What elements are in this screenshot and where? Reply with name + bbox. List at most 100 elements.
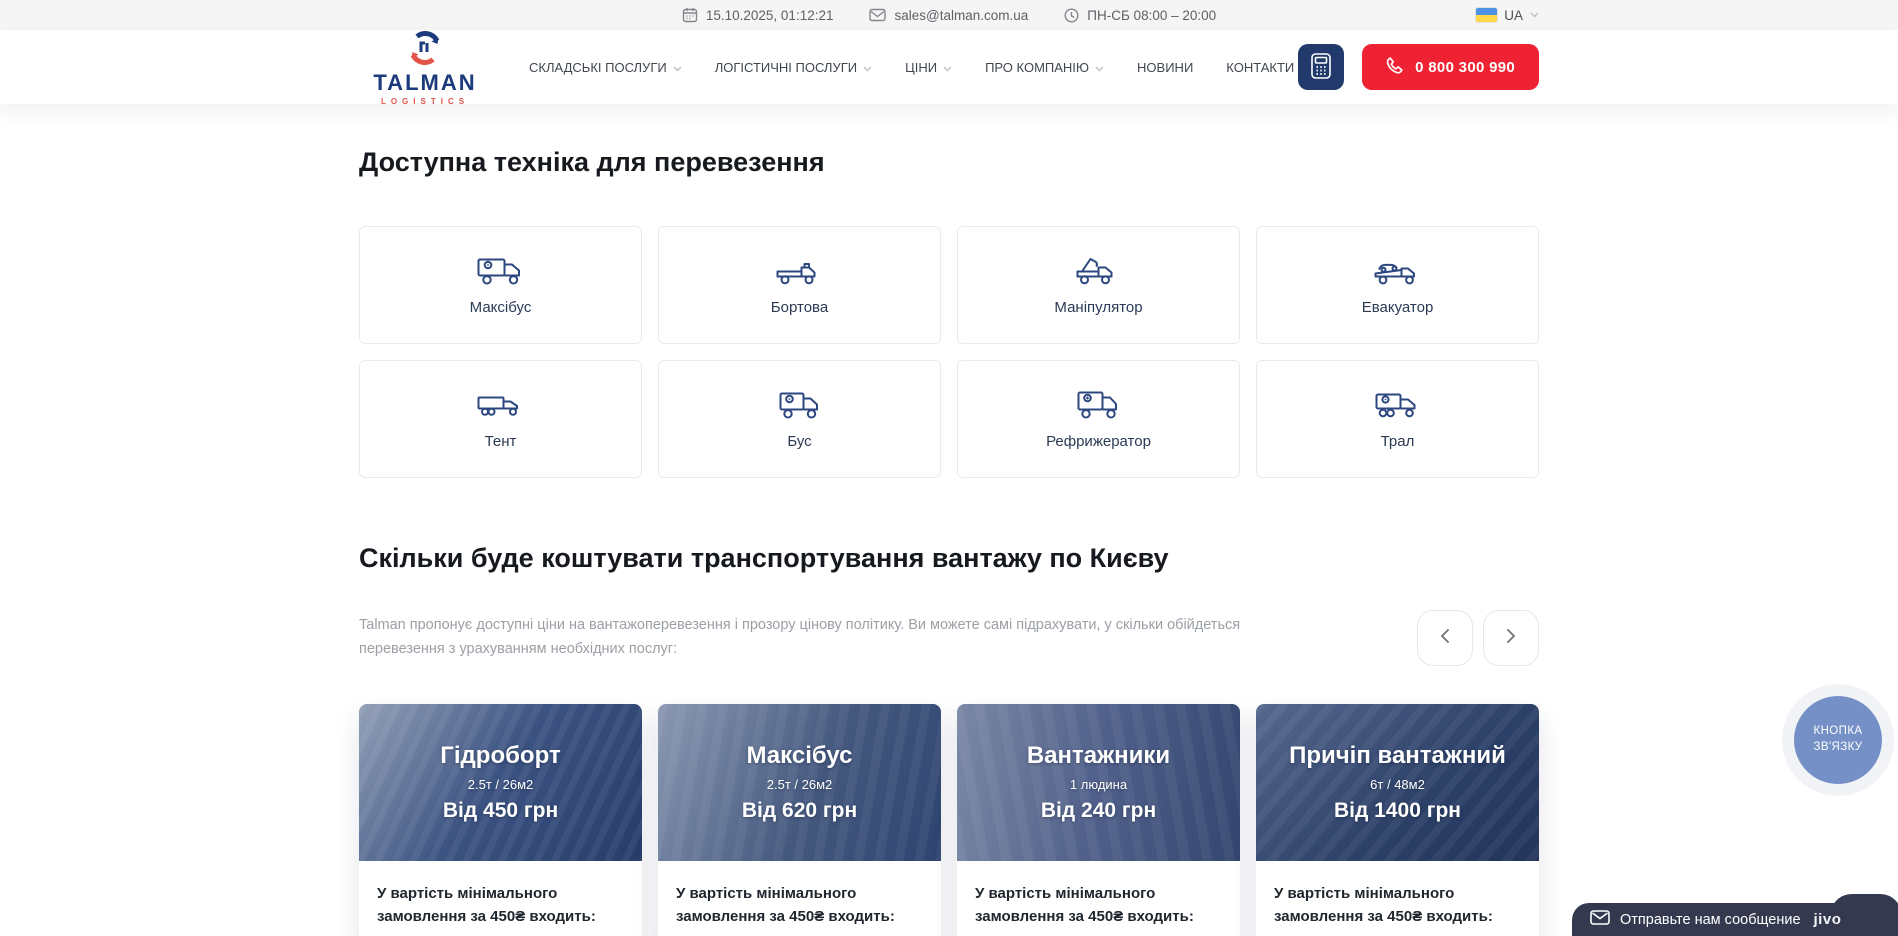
box-truck-icon	[472, 254, 530, 288]
price-card-carousel: Гідроборт 2.5т / 26м2 Від 450 грн У варт…	[359, 704, 1539, 936]
vehicle-label: Трал	[1381, 433, 1415, 450]
vehicle-label: Маніпулятор	[1054, 299, 1142, 316]
vehicle-label: Тент	[485, 433, 517, 450]
tow-truck-icon	[1369, 254, 1427, 288]
price-card-maxibus[interactable]: Максібус 2.5т / 26м2 Від 620 грн У варті…	[658, 704, 941, 936]
carousel-next-button[interactable]	[1483, 610, 1539, 666]
jivo-brand-logo: jivo	[1814, 911, 1842, 928]
reefer-truck-icon	[1070, 388, 1128, 422]
price-card-name: Причіп вантажний	[1289, 742, 1506, 770]
vehicle-card-lowboy[interactable]: Трал	[1256, 360, 1539, 478]
phone-icon	[1386, 56, 1404, 78]
calculator-button[interactable]	[1298, 44, 1344, 90]
price-card-name: Гідроборт	[440, 742, 560, 770]
calculator-icon	[1311, 53, 1331, 82]
vehicle-label: Евакуатор	[1362, 299, 1434, 316]
chevron-down-icon	[673, 60, 682, 75]
nav-item-logistics-services[interactable]: ЛОГІСТИЧНІ ПОСЛУГИ	[715, 60, 872, 75]
price-card-note: У вартість мінімального замовлення за 45…	[957, 861, 1240, 936]
clock-icon	[1064, 8, 1079, 23]
nav-item-news[interactable]: НОВИНИ	[1137, 60, 1193, 75]
nav-label: СКЛАДСЬКІ ПОСЛУГИ	[529, 60, 667, 75]
price-card-loaders[interactable]: Вантажники 1 людина Від 240 грн У вартіс…	[957, 704, 1240, 936]
price-card-name: Вантажники	[1027, 742, 1170, 770]
callback-button[interactable]: КНОПКА ЗВ'ЯЗКУ	[1794, 696, 1882, 784]
vehicle-label: Бус	[787, 433, 811, 450]
site-header: TALMAN LOGISTICS СКЛАДСЬКІ ПОСЛУГИ ЛОГІС…	[0, 30, 1898, 104]
chevron-down-icon	[1530, 12, 1539, 18]
phone-button[interactable]: 0 800 300 990	[1362, 44, 1539, 90]
price-card-spec: 2.5т / 26м2	[767, 777, 833, 792]
language-code: UA	[1504, 8, 1523, 23]
main-nav: СКЛАДСЬКІ ПОСЛУГИ ЛОГІСТИЧНІ ПОСЛУГИ ЦІН…	[529, 60, 1298, 75]
calendar-icon	[682, 7, 698, 23]
talman-logo[interactable]: TALMAN LOGISTICS	[359, 28, 491, 106]
price-card-cargo-trailer[interactable]: Причіп вантажний 6т / 48м2 Від 1400 грн …	[1256, 704, 1539, 936]
language-selector[interactable]: UA	[1476, 0, 1539, 30]
logo-title: TALMAN	[373, 70, 476, 96]
phone-number: 0 800 300 990	[1415, 59, 1515, 76]
ukraine-flag-icon	[1476, 8, 1497, 22]
crane-truck-icon	[1070, 254, 1128, 288]
price-card-hero-image: Гідроборт 2.5т / 26м2 Від 450 грн	[359, 704, 642, 861]
price-card-spec: 1 людина	[1070, 777, 1127, 792]
nav-item-about-company[interactable]: ПРО КОМПАНІЮ	[985, 60, 1104, 75]
topbar-email[interactable]: sales@talman.com.ua	[869, 8, 1028, 23]
pricing-description: Talman пропонує доступні ціни на вантажо…	[359, 614, 1279, 662]
price-card-note: У вартість мінімального замовлення за 45…	[1256, 861, 1539, 936]
vehicles-section-title: Доступна техніка для перевезення	[359, 104, 1539, 180]
price-card-hydroboard[interactable]: Гідроборт 2.5т / 26м2 Від 450 грн У варт…	[359, 704, 642, 936]
nav-label: ПРО КОМПАНІЮ	[985, 60, 1089, 75]
price-card-hero-image: Вантажники 1 людина Від 240 грн	[957, 704, 1240, 861]
vehicle-label: Максібус	[470, 299, 532, 316]
nav-label: КОНТАКТИ	[1226, 60, 1294, 75]
vehicle-grid: Максібус Бортова	[359, 226, 1539, 478]
nav-item-prices[interactable]: ЦІНИ	[905, 60, 952, 75]
price-card-price: Від 450 грн	[443, 799, 558, 823]
logo-tagline: LOGISTICS	[381, 97, 469, 106]
logo-arrows-icon	[404, 28, 446, 73]
flatbed-truck-icon	[771, 254, 829, 288]
nav-label: ЦІНИ	[905, 60, 937, 75]
topbar-datetime: 15.10.2025, 01:12:21	[682, 7, 834, 23]
vehicle-card-flatbed[interactable]: Бортова	[658, 226, 941, 344]
chevron-down-icon	[1095, 60, 1104, 75]
callback-label-line2: ЗВ'ЯЗКУ	[1814, 740, 1863, 756]
price-card-price: Від 240 грн	[1041, 799, 1156, 823]
jivo-chat-bar[interactable]: Отправьте нам сообщение jivo	[1572, 903, 1898, 936]
topbar-hours-text: ПН-СБ 08:00 – 20:00	[1087, 8, 1216, 23]
vehicle-card-reefer[interactable]: Рефрижератор	[957, 360, 1240, 478]
carousel-prev-button[interactable]	[1417, 610, 1473, 666]
chat-envelope-icon	[1590, 910, 1610, 930]
nav-item-contacts[interactable]: КОНТАКТИ	[1226, 60, 1294, 75]
topbar-email-text[interactable]: sales@talman.com.ua	[894, 8, 1028, 23]
price-card-hero-image: Максібус 2.5т / 26м2 Від 620 грн	[658, 704, 941, 861]
callback-widget: КНОПКА ЗВ'ЯЗКУ	[1782, 684, 1894, 796]
mail-icon	[869, 8, 886, 22]
nav-item-warehouse-services[interactable]: СКЛАДСЬКІ ПОСЛУГИ	[529, 60, 682, 75]
callback-label-line1: КНОПКА	[1814, 724, 1863, 740]
price-card-note: У вартість мінімального замовлення за 45…	[359, 861, 642, 936]
topbar-hours: ПН-СБ 08:00 – 20:00	[1064, 8, 1216, 23]
vehicle-card-tent[interactable]: Тент	[359, 360, 642, 478]
chevron-down-icon	[943, 60, 952, 75]
vehicle-card-bus[interactable]: Бус	[658, 360, 941, 478]
lowboy-truck-icon	[1369, 388, 1427, 422]
price-card-price: Від 1400 грн	[1334, 799, 1461, 823]
price-card-spec: 6т / 48м2	[1370, 777, 1425, 792]
vehicle-card-crane[interactable]: Маніпулятор	[957, 226, 1240, 344]
price-card-hero-image: Причіп вантажний 6т / 48м2 Від 1400 грн	[1256, 704, 1539, 861]
van-truck-icon	[771, 388, 829, 422]
price-card-note: У вартість мінімального замовлення за 45…	[658, 861, 941, 936]
chevron-down-icon	[863, 60, 872, 75]
topbar-datetime-text: 15.10.2025, 01:12:21	[706, 8, 834, 23]
vehicle-label: Рефрижератор	[1046, 433, 1151, 450]
nav-label: ЛОГІСТИЧНІ ПОСЛУГИ	[715, 60, 857, 75]
vehicle-label: Бортова	[771, 299, 828, 316]
tent-truck-icon	[472, 388, 530, 422]
price-card-spec: 2.5т / 26м2	[468, 777, 534, 792]
chevron-left-icon	[1440, 628, 1450, 647]
price-card-name: Максібус	[747, 742, 853, 770]
vehicle-card-tow[interactable]: Евакуатор	[1256, 226, 1539, 344]
vehicle-card-maxibus[interactable]: Максібус	[359, 226, 642, 344]
